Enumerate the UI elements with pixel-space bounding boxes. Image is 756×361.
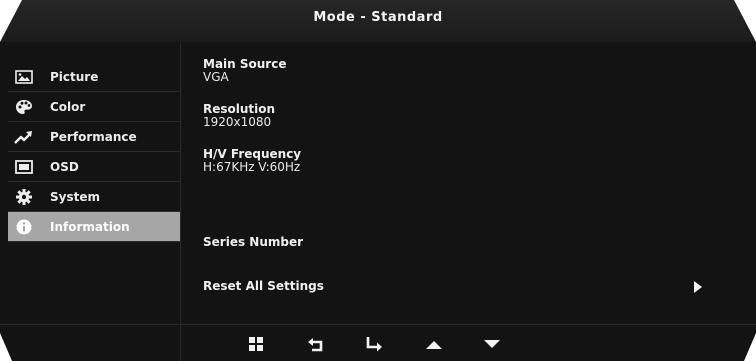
sidebar-item-label: Performance	[50, 129, 137, 144]
series-number-field: Series Number	[203, 236, 303, 249]
bezel-corner-left	[0, 0, 22, 42]
menu-grid-icon[interactable]	[244, 334, 268, 354]
back-arrow-icon[interactable]	[304, 334, 328, 354]
bezel-corner-right	[734, 0, 756, 42]
series-number-label: Series Number	[203, 235, 304, 249]
mode-title: Mode - Standard	[313, 10, 443, 25]
trend-arrow-icon	[14, 129, 34, 145]
bottom-divider-line	[0, 324, 756, 325]
sidebar-item-color[interactable]: Color	[8, 92, 180, 122]
main-source-value: VGA	[203, 70, 229, 84]
main-source-field: Main Source VGA	[203, 58, 286, 84]
bezel-corner-bottom-right	[744, 333, 756, 361]
info-icon	[14, 219, 34, 235]
sidebar-item-label: Picture	[50, 69, 99, 84]
reset-all-settings[interactable]: Reset All Settings	[203, 280, 324, 293]
up-triangle-icon[interactable]	[422, 334, 446, 354]
frequency-field: H/V Frequency H:67KHz V:60Hz	[203, 148, 301, 174]
frequency-value: H:67KHz V:60Hz	[203, 160, 301, 174]
sidebar-item-system[interactable]: System	[8, 182, 180, 212]
osd-screen: Mode - Standard Picture Color Performanc…	[0, 0, 756, 361]
title-bar: Mode - Standard	[0, 0, 756, 42]
picture-icon	[14, 69, 34, 85]
sidebar-item-picture[interactable]: Picture	[8, 62, 180, 92]
bottom-sidebar-divider	[180, 324, 181, 361]
gear-icon	[14, 188, 34, 205]
sidebar-item-performance[interactable]: Performance	[8, 122, 180, 152]
reset-all-settings-label: Reset All Settings	[203, 279, 324, 293]
play-arrow-icon[interactable]	[694, 281, 702, 293]
sidebar-item-information[interactable]: Information	[8, 212, 180, 242]
sidebar-item-label: Information	[50, 219, 130, 234]
resolution-field: Resolution 1920x1080	[203, 103, 275, 129]
osd-icon	[14, 159, 34, 175]
sidebar: Picture Color Performance OSD System Inf…	[8, 62, 180, 242]
sidebar-item-label: System	[50, 189, 100, 204]
bezel-corner-bottom-left	[0, 333, 12, 361]
sidebar-item-label: OSD	[50, 159, 79, 174]
resolution-value: 1920x1080	[203, 115, 272, 129]
sidebar-item-label: Color	[50, 99, 86, 114]
palette-icon	[14, 99, 34, 115]
sidebar-divider	[180, 42, 181, 324]
enter-arrow-icon[interactable]	[362, 334, 386, 354]
down-triangle-icon[interactable]	[480, 334, 504, 354]
sidebar-item-osd[interactable]: OSD	[8, 152, 180, 182]
